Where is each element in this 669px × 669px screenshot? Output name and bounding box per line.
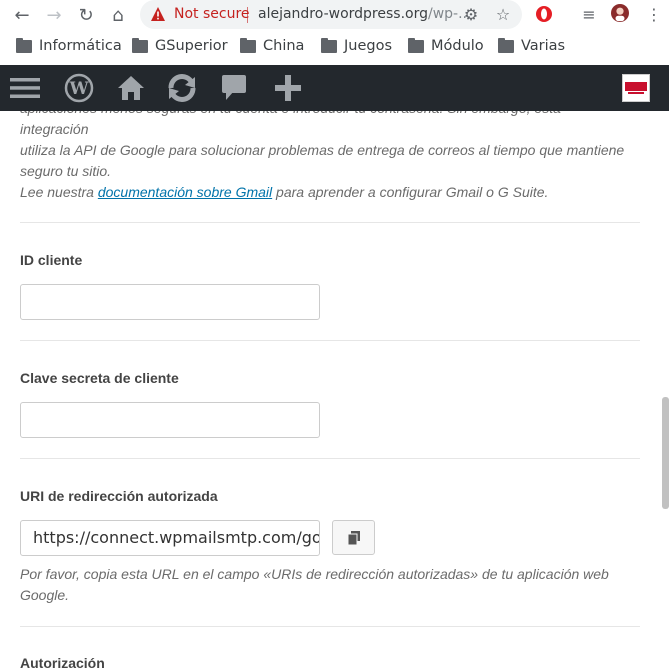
url-host: alejandro-wordpress.org <box>258 6 428 22</box>
bookmark-label: Varias <box>521 38 566 54</box>
copy-url-button[interactable] <box>332 520 375 555</box>
folder-icon <box>498 37 514 53</box>
divider <box>20 222 640 223</box>
client-secret-input[interactable] <box>20 402 320 438</box>
browser-toolbar: ← → ↻ ⌂ Not secure alejandro-wordpress.o… <box>0 0 669 30</box>
folder-icon <box>132 37 148 53</box>
divider <box>20 340 640 341</box>
folder-icon <box>16 37 32 53</box>
client-id-label: ID cliente <box>20 252 83 268</box>
intro-line: aplicaciones menos seguras en tu cuenta … <box>20 111 561 137</box>
url-text[interactable]: alejandro-wordpress.org/wp-... <box>258 6 471 22</box>
bookmark-folder-gsuperior[interactable]: GSuperior <box>132 37 228 54</box>
home-icon[interactable] <box>114 65 148 111</box>
svg-text:W: W <box>68 79 89 99</box>
client-id-input[interactable] <box>20 284 320 320</box>
folder-icon <box>240 37 256 53</box>
intro-line: seguro tu sitio. <box>20 163 112 179</box>
intro-line: utiliza la API de Google para solucionar… <box>20 142 625 158</box>
copy-icon <box>347 530 360 545</box>
forward-icon[interactable]: → <box>43 4 65 26</box>
intro-text: aplicaciones menos seguras en tu cuenta … <box>20 111 630 182</box>
bookmarks-bar: Informática GSuperior China Juegos Módul… <box>0 30 669 65</box>
menu-icon[interactable] <box>8 65 42 111</box>
docs-suffix: para aprender a configurar Gmail o G Sui… <box>272 184 549 200</box>
help-line: Google. <box>20 587 70 603</box>
docs-text: Lee nuestra documentación sobre Gmail pa… <box>20 182 630 203</box>
folder-icon <box>408 37 424 53</box>
address-bar[interactable]: Not secure alejandro-wordpress.org/wp-..… <box>140 0 522 29</box>
scrollbar-thumb[interactable] <box>662 397 669 509</box>
wp-admin-bar: W <box>0 65 669 111</box>
gmail-docs-link[interactable]: documentación sobre Gmail <box>98 184 272 200</box>
divider <box>20 626 640 627</box>
wordpress-icon[interactable]: W <box>62 65 96 111</box>
reading-list-icon[interactable]: ≡ <box>580 5 598 24</box>
settings-content: aplicaciones menos seguras en tu cuenta … <box>0 111 669 669</box>
bookmark-folder-informatica[interactable]: Informática <box>16 37 122 54</box>
folder-icon <box>321 37 337 53</box>
site-logo[interactable] <box>622 74 650 102</box>
opera-extension-icon[interactable] <box>535 5 553 23</box>
home-icon[interactable]: ⌂ <box>107 4 129 26</box>
bookmark-label: China <box>263 38 305 54</box>
comments-icon[interactable] <box>220 65 248 111</box>
bookmark-label: Módulo <box>431 38 484 54</box>
help-line: Por favor, copia esta URL en el campo «U… <box>20 566 609 582</box>
bookmark-folder-china[interactable]: China <box>240 37 305 54</box>
bookmark-star-icon[interactable]: ☆ <box>494 5 512 24</box>
bookmark-label: Juegos <box>344 38 393 54</box>
back-icon[interactable]: ← <box>11 4 33 26</box>
docs-prefix: Lee nuestra <box>20 184 98 200</box>
cookie-blocked-icon[interactable]: ⚙ <box>462 5 480 24</box>
warning-icon[interactable] <box>150 6 166 22</box>
redirect-uri-input[interactable]: https://connect.wpmailsmtp.com/google/ <box>20 520 320 556</box>
security-label[interactable]: Not secure <box>174 6 250 22</box>
bookmark-folder-varias[interactable]: Varias <box>498 37 566 54</box>
client-secret-label: Clave secreta de cliente <box>20 370 179 386</box>
omnibox-divider <box>247 7 248 23</box>
redirect-uri-label: URI de redirección autorizada <box>20 488 218 504</box>
redirect-help-text: Por favor, copia esta URL en el campo «U… <box>20 564 630 606</box>
new-content-icon[interactable] <box>272 65 304 111</box>
bookmark-label: GSuperior <box>155 38 228 54</box>
profile-avatar[interactable] <box>611 4 629 22</box>
bookmark-folder-juegos[interactable]: Juegos <box>321 37 393 54</box>
bookmark-folder-modulo[interactable]: Módulo <box>408 37 484 54</box>
bookmark-label: Informática <box>39 38 122 54</box>
divider <box>20 458 640 459</box>
authorization-label: Autorización <box>20 655 105 669</box>
reload-icon[interactable]: ↻ <box>75 4 97 26</box>
more-menu-icon[interactable]: ⋮ <box>645 5 663 24</box>
updates-icon[interactable] <box>164 65 200 111</box>
